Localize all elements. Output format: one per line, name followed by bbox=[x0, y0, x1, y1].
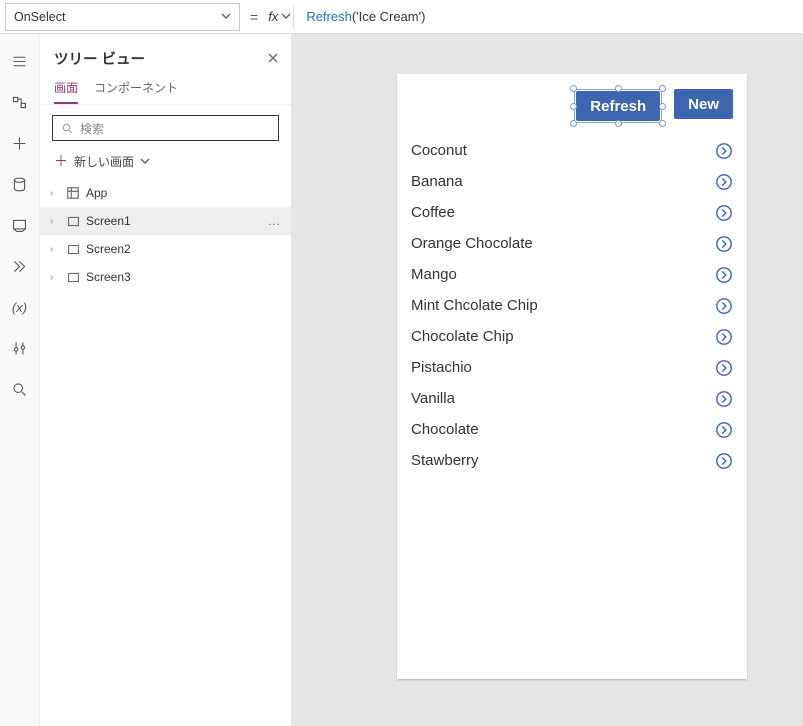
tree-view-icon[interactable] bbox=[11, 93, 29, 111]
new-screen-button[interactable]: ＋ 新しい画面 bbox=[40, 147, 291, 179]
advanced-tools-icon[interactable] bbox=[11, 339, 29, 357]
power-automate-icon[interactable] bbox=[11, 257, 29, 275]
tree-item-screen2[interactable]: › Screen2 bbox=[40, 235, 291, 263]
list-item-label: Mango bbox=[411, 266, 457, 283]
arrow-right-circle-icon[interactable] bbox=[715, 297, 733, 315]
property-name: OnSelect bbox=[14, 10, 65, 24]
tree-list: › App › Screen1 ... › Screen2 › Screen3 bbox=[40, 179, 291, 291]
list-item[interactable]: Coffee bbox=[411, 197, 733, 228]
formula-bar: OnSelect = fx Refresh('Ice Cream') bbox=[0, 0, 803, 34]
arrow-right-circle-icon[interactable] bbox=[715, 421, 733, 439]
arrow-right-circle-icon[interactable] bbox=[715, 452, 733, 470]
canvas-area[interactable]: Refresh New Coconut Banana Coffee Orange Ch… bbox=[292, 34, 803, 726]
chevron-down-icon[interactable] bbox=[281, 8, 291, 26]
chevron-right-icon: › bbox=[50, 216, 60, 227]
data-icon[interactable] bbox=[11, 175, 29, 193]
list-item[interactable]: Coconut bbox=[411, 135, 733, 166]
fx-box: fx Refresh('Ice Cream') bbox=[268, 0, 425, 34]
left-rail: (x) bbox=[0, 34, 40, 726]
tree-item-label: Screen1 bbox=[86, 214, 131, 228]
refresh-button[interactable]: Refresh bbox=[576, 91, 660, 121]
tree-panel: ツリー ビュー 画面 コンポーネント 検索 ＋ 新しい画面 › App › bbox=[40, 34, 292, 726]
arrow-right-circle-icon[interactable] bbox=[715, 235, 733, 253]
resize-handle[interactable] bbox=[570, 120, 577, 127]
list-item[interactable]: Mango bbox=[411, 259, 733, 290]
tab-components[interactable]: コンポーネント bbox=[94, 79, 178, 104]
arrow-right-circle-icon[interactable] bbox=[715, 204, 733, 222]
resize-handle[interactable] bbox=[659, 120, 666, 127]
tree-item-label: Screen2 bbox=[86, 242, 131, 256]
tree-item-screen1[interactable]: › Screen1 ... bbox=[40, 207, 291, 235]
new-button-label: New bbox=[688, 96, 719, 113]
property-dropdown[interactable]: OnSelect bbox=[5, 3, 240, 31]
fx-label: fx bbox=[268, 9, 281, 24]
tree-item-screen3[interactable]: › Screen3 bbox=[40, 263, 291, 291]
list-item[interactable]: Stawberry bbox=[411, 445, 733, 476]
screen-icon bbox=[66, 270, 80, 284]
chevron-right-icon: › bbox=[50, 244, 60, 255]
refresh-button-selection: Refresh bbox=[574, 89, 662, 123]
tab-screens[interactable]: 画面 bbox=[54, 79, 78, 104]
chevron-down-icon bbox=[221, 10, 231, 24]
tree-tabs: 画面 コンポーネント bbox=[40, 75, 291, 105]
hamburger-icon[interactable] bbox=[11, 52, 29, 70]
equals-sign: = bbox=[240, 9, 268, 25]
list-item-label: Banana bbox=[411, 173, 463, 190]
variables-icon[interactable]: (x) bbox=[11, 298, 29, 316]
chevron-right-icon: › bbox=[50, 272, 60, 283]
refresh-button-label: Refresh bbox=[590, 98, 646, 115]
formula-input[interactable]: Refresh('Ice Cream') bbox=[300, 9, 425, 25]
list-item[interactable]: Vanilla bbox=[411, 383, 733, 414]
new-button[interactable]: New bbox=[674, 89, 733, 119]
close-icon[interactable] bbox=[267, 51, 279, 67]
list-item[interactable]: Orange Chocolate bbox=[411, 228, 733, 259]
list-item[interactable]: Mint Chcolate Chip bbox=[411, 290, 733, 321]
list-item-label: Orange Chocolate bbox=[411, 235, 533, 252]
list-item[interactable]: Chocolate Chip bbox=[411, 321, 733, 352]
divider bbox=[293, 5, 294, 29]
more-icon[interactable]: ... bbox=[268, 214, 281, 228]
media-icon[interactable] bbox=[11, 216, 29, 234]
arrow-right-circle-icon[interactable] bbox=[715, 142, 733, 160]
tree-item-label: App bbox=[86, 186, 107, 200]
list-item[interactable]: Pistachio bbox=[411, 352, 733, 383]
tree-item-label: Screen3 bbox=[86, 270, 131, 284]
list-item-label: Stawberry bbox=[411, 452, 479, 469]
chevron-down-icon bbox=[140, 156, 150, 166]
tree-item-app[interactable]: › App bbox=[40, 179, 291, 207]
list-item-label: Pistachio bbox=[411, 359, 472, 376]
arrow-right-circle-icon[interactable] bbox=[715, 328, 733, 346]
arrow-right-circle-icon[interactable] bbox=[715, 390, 733, 408]
list-item-label: Chocolate Chip bbox=[411, 328, 514, 345]
chevron-right-icon: › bbox=[50, 188, 60, 199]
resize-handle[interactable] bbox=[615, 120, 622, 127]
arrow-right-circle-icon[interactable] bbox=[715, 359, 733, 377]
plus-icon: ＋ bbox=[54, 151, 68, 171]
tree-search-input[interactable]: 検索 bbox=[52, 115, 279, 141]
list-item-label: Coffee bbox=[411, 204, 455, 221]
phone-list: Coconut Banana Coffee Orange Chocolate Mango… bbox=[397, 135, 747, 476]
search-placeholder: 検索 bbox=[80, 120, 104, 137]
list-item-label: Coconut bbox=[411, 142, 467, 159]
screen-icon bbox=[66, 214, 80, 228]
screen-icon bbox=[66, 242, 80, 256]
resize-handle[interactable] bbox=[659, 85, 666, 92]
search-icon[interactable] bbox=[11, 380, 29, 398]
list-item-label: Chocolate bbox=[411, 421, 479, 438]
arrow-right-circle-icon[interactable] bbox=[715, 173, 733, 191]
resize-handle[interactable] bbox=[659, 103, 666, 110]
list-item-label: Mint Chcolate Chip bbox=[411, 297, 538, 314]
tree-title: ツリー ビュー bbox=[54, 48, 267, 69]
list-item[interactable]: Banana bbox=[411, 166, 733, 197]
new-screen-label: 新しい画面 bbox=[74, 153, 134, 170]
list-item-label: Vanilla bbox=[411, 390, 455, 407]
app-icon bbox=[66, 186, 80, 200]
list-item[interactable]: Chocolate bbox=[411, 414, 733, 445]
phone-screen: Refresh New Coconut Banana Coffee Orange Ch… bbox=[397, 74, 747, 679]
arrow-right-circle-icon[interactable] bbox=[715, 266, 733, 284]
insert-icon[interactable] bbox=[11, 134, 29, 152]
